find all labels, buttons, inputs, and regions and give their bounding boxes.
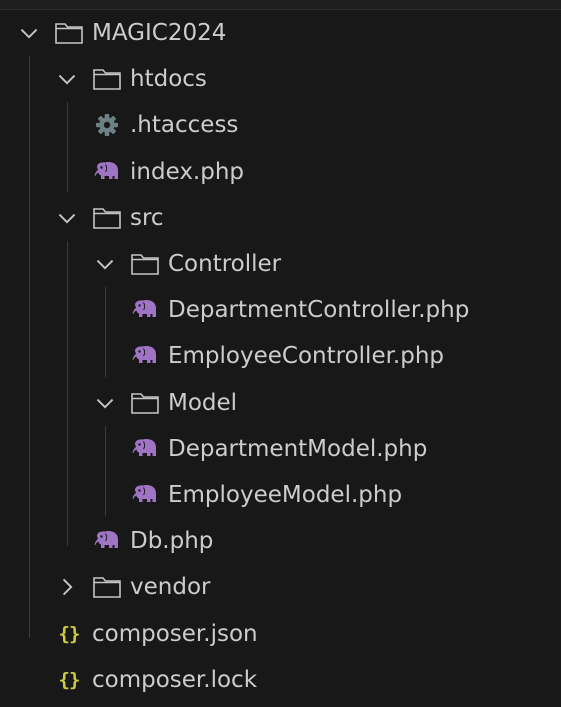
tree-folder-magic2024[interactable]: MAGIC2024 <box>0 10 561 56</box>
folder-icon <box>130 390 160 416</box>
tree-file-employeemodel-php[interactable]: EmployeeModel.php <box>0 472 561 518</box>
tree-item-label: DepartmentController.php <box>168 297 470 324</box>
php-elephant-icon <box>92 528 122 554</box>
json-braces-icon: {} <box>58 668 81 691</box>
tree-folder-model[interactable]: Model <box>0 380 561 426</box>
tree-item-label: composer.json <box>92 620 258 647</box>
chevron-down-icon[interactable] <box>92 390 118 416</box>
tree-item-label: Controller <box>168 251 282 278</box>
php-elephant-icon <box>130 297 160 323</box>
chevron-down-icon[interactable] <box>92 251 118 277</box>
json-braces-icon: {} <box>58 622 81 645</box>
tree-item-label: .htaccess <box>130 112 239 139</box>
tree-item-label: EmployeeModel.php <box>168 481 403 508</box>
file-explorer-tree: MAGIC2024 htdocs .htaccess index.php src… <box>0 10 561 703</box>
tree-file-htaccess[interactable]: .htaccess <box>0 102 561 148</box>
folder-icon <box>92 66 122 92</box>
tree-item-label: EmployeeController.php <box>168 343 445 370</box>
tree-folder-vendor[interactable]: vendor <box>0 564 561 610</box>
chevron-right-icon[interactable] <box>54 574 80 600</box>
folder-icon <box>130 251 160 277</box>
php-elephant-icon <box>130 343 160 369</box>
tree-file-db-php[interactable]: Db.php <box>0 518 561 564</box>
chevron-down-icon[interactable] <box>54 205 80 231</box>
folder-icon <box>54 20 84 46</box>
php-elephant-icon <box>130 436 160 462</box>
panel-header-strip <box>0 0 561 10</box>
tree-item-label: index.php <box>130 158 245 185</box>
tree-file-employeecontroller-php[interactable]: EmployeeController.php <box>0 333 561 379</box>
tree-item-label: Model <box>168 389 238 416</box>
chevron-down-icon[interactable] <box>54 66 80 92</box>
tree-item-label: composer.lock <box>92 666 258 693</box>
folder-icon <box>92 205 122 231</box>
tree-file-index-php[interactable]: index.php <box>0 149 561 195</box>
tree-file-departmentcontroller-php[interactable]: DepartmentController.php <box>0 287 561 333</box>
folder-icon <box>92 574 122 600</box>
tree-file-composer-lock[interactable]: {} composer.lock <box>0 657 561 703</box>
php-elephant-icon <box>92 159 122 185</box>
tree-item-label: src <box>130 204 164 231</box>
tree-item-label: vendor <box>130 574 211 601</box>
tree-folder-htdocs[interactable]: htdocs <box>0 56 561 102</box>
tree-folder-src[interactable]: src <box>0 195 561 241</box>
tree-file-composer-json[interactable]: {} composer.json <box>0 610 561 656</box>
tree-item-label: MAGIC2024 <box>92 20 227 47</box>
tree-item-label: Db.php <box>130 528 214 555</box>
tree-file-departmentmodel-php[interactable]: DepartmentModel.php <box>0 426 561 472</box>
tree-item-label: DepartmentModel.php <box>168 435 428 462</box>
chevron-down-icon[interactable] <box>16 20 42 46</box>
tree-item-label: htdocs <box>130 66 207 93</box>
gear-icon <box>92 112 122 138</box>
php-elephant-icon <box>130 482 160 508</box>
tree-folder-controller[interactable]: Controller <box>0 241 561 287</box>
